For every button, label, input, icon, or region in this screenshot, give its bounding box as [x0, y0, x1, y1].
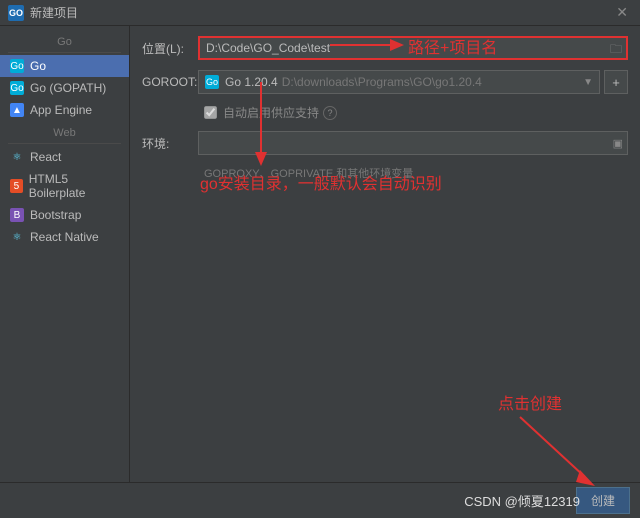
react-icon: ⚛: [10, 230, 24, 244]
sidebar-item-label: React: [30, 150, 61, 164]
react-icon: ⚛: [10, 150, 24, 164]
chevron-down-icon: ▼: [583, 77, 593, 88]
sidebar-item-go[interactable]: Go Go: [0, 55, 129, 77]
go-icon: Go: [10, 59, 24, 73]
goroot-version: Go 1.20.4: [225, 75, 278, 89]
project-type-sidebar: Go Go Go Go Go (GOPATH) ▲ App Engine Web…: [0, 26, 130, 482]
sidebar-item-react[interactable]: ⚛ React: [0, 146, 129, 168]
section-web: Web: [8, 123, 121, 144]
auto-supply-checkbox[interactable]: [204, 106, 217, 119]
env-input[interactable]: ▣: [198, 131, 628, 155]
location-label: 位置(L):: [142, 40, 198, 57]
sidebar-item-react-native[interactable]: ⚛ React Native: [0, 226, 129, 248]
auto-supply-label: 自动启用供应支持: [223, 104, 319, 121]
main-panel: 位置(L): 🗀 GOROOT: Go Go 1.20.4 D:\downloa…: [130, 26, 640, 482]
sidebar-item-gopath[interactable]: Go Go (GOPATH): [0, 77, 129, 99]
sidebar-item-label: Go: [30, 59, 46, 73]
dialog-footer: 创建: [0, 482, 640, 518]
go-icon: Go: [10, 81, 24, 95]
appengine-icon: ▲: [10, 103, 24, 117]
sidebar-item-label: App Engine: [30, 103, 92, 117]
section-go: Go: [8, 32, 121, 53]
env-hint: GOPROXY、GOPRIVATE 和其他环境变量: [204, 165, 628, 181]
goroot-select[interactable]: Go Go 1.20.4 D:\downloads\Programs\GO\go…: [198, 70, 600, 94]
sidebar-item-html5[interactable]: 5 HTML5 Boilerplate: [0, 168, 129, 204]
goroot-label: GOROOT:: [142, 75, 198, 89]
dialog-title: 新建项目: [30, 4, 612, 21]
sidebar-item-app-engine[interactable]: ▲ App Engine: [0, 99, 129, 121]
add-sdk-button[interactable]: +: [604, 70, 628, 94]
create-button[interactable]: 创建: [576, 487, 630, 514]
sidebar-item-bootstrap[interactable]: B Bootstrap: [0, 204, 129, 226]
title-bar: GO 新建项目 ✕: [0, 0, 640, 26]
goroot-path: D:\downloads\Programs\GO\go1.20.4: [282, 75, 482, 89]
sidebar-item-label: Bootstrap: [30, 208, 81, 222]
env-label: 环境:: [142, 135, 198, 152]
sidebar-item-label: Go (GOPATH): [30, 81, 106, 95]
bootstrap-icon: B: [10, 208, 24, 222]
sidebar-item-label: React Native: [30, 230, 99, 244]
app-icon: GO: [8, 5, 24, 21]
help-icon[interactable]: ?: [323, 106, 337, 120]
expand-icon[interactable]: ▣: [613, 137, 623, 150]
location-input[interactable]: [198, 36, 628, 60]
html5-icon: 5: [10, 179, 23, 193]
new-project-dialog: GO 新建项目 ✕ Go Go Go Go Go (GOPATH) ▲ App …: [0, 0, 640, 518]
sidebar-item-label: HTML5 Boilerplate: [29, 172, 119, 200]
browse-folder-icon[interactable]: 🗀: [610, 40, 622, 61]
close-icon[interactable]: ✕: [612, 4, 632, 21]
go-icon: Go: [205, 75, 219, 89]
